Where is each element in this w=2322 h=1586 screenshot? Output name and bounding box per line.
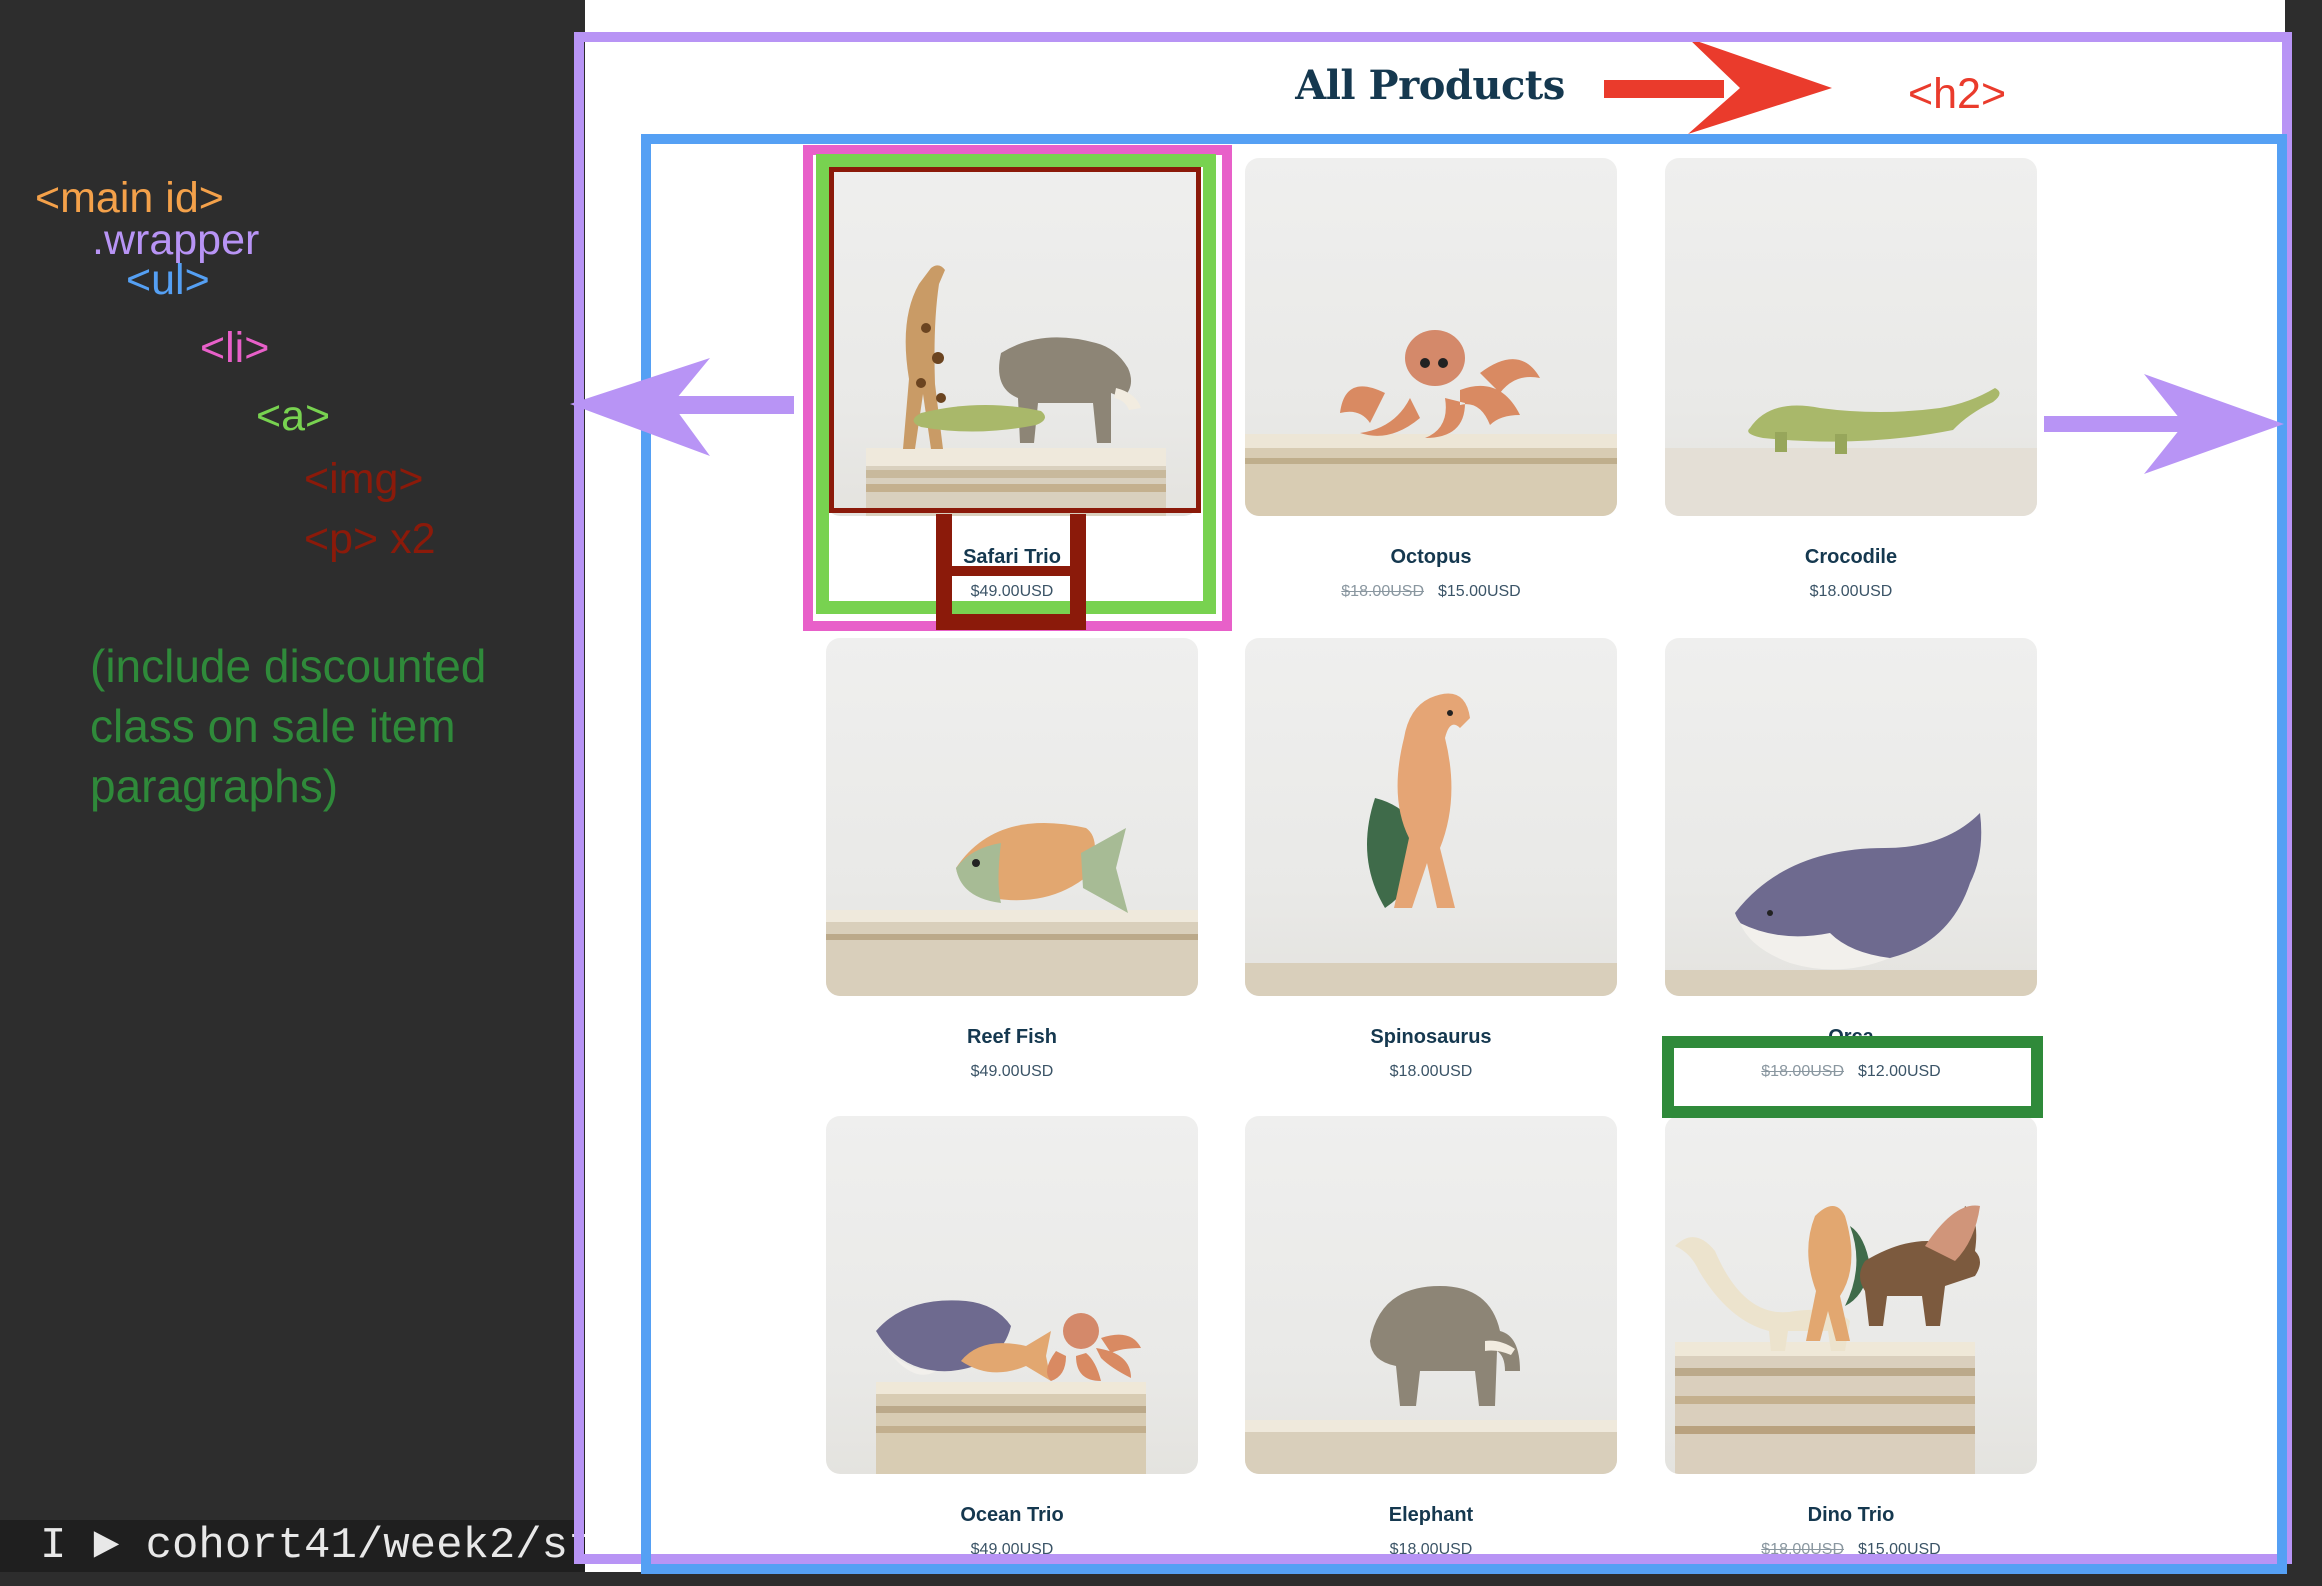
product-name: Safari Trio	[963, 546, 1061, 568]
product-price: $49.00USD	[826, 1063, 1198, 1081]
orca-image	[1665, 813, 2037, 996]
product-item: Ocean Trio $49.00USD	[826, 1116, 1198, 1586]
product-link[interactable]: Elephant $18.00USD	[1245, 1116, 1617, 1586]
product-name: Octopus	[1390, 546, 1472, 568]
product-price: $18.00USD $15.00USD	[1665, 1541, 2037, 1559]
current-price: $18.00USD	[1389, 1541, 1473, 1558]
current-price: $18.00USD	[1389, 1063, 1473, 1080]
product-price: $49.00USD	[826, 583, 1198, 601]
product-link[interactable]: Octopus $18.00USD $15.00USD	[1245, 158, 1617, 628]
product-price: $18.00USD	[1665, 583, 2037, 601]
product-name: Dino Trio	[1807, 1504, 1895, 1526]
window-edge	[2285, 0, 2322, 1572]
safari-trio-image	[866, 265, 1166, 516]
product-image	[826, 1116, 1198, 1474]
current-price: $15.00USD	[1858, 1541, 1941, 1558]
product-name: Spinosaurus	[1370, 1026, 1492, 1048]
product-link[interactable]: Spinosaurus $18.00USD	[1245, 638, 1617, 1108]
product-price: $49.00USD	[826, 1541, 1198, 1559]
reef-fish-image	[826, 823, 1198, 996]
product-item: Octopus $18.00USD $15.00USD	[1245, 158, 1617, 628]
original-price: $18.00USD	[1761, 1063, 1844, 1080]
product-item: Dino Trio $18.00USD $15.00USD	[1665, 1116, 2037, 1586]
ocean-trio-image	[876, 1300, 1146, 1474]
octopus-image	[1245, 330, 1617, 516]
current-price: $49.00USD	[970, 583, 1054, 600]
current-price: $12.00USD	[1858, 1063, 1941, 1080]
current-price: $49.00USD	[970, 1063, 1054, 1080]
product-name: Orca	[1828, 1026, 1874, 1048]
product-image	[1245, 638, 1617, 996]
product-price: $18.00USD	[1245, 1541, 1617, 1559]
spinosaurus-image	[1245, 693, 1617, 996]
product-item: Elephant $18.00USD	[1245, 1116, 1617, 1586]
annotation-h2: <h2>	[1908, 70, 2007, 118]
product-item: Spinosaurus $18.00USD	[1245, 638, 1617, 1108]
current-price: $49.00USD	[970, 1541, 1054, 1558]
annotation-discount-note: (include discounted class on sale item p…	[90, 640, 487, 812]
product-name: Reef Fish	[966, 1026, 1058, 1048]
product-link[interactable]: Crocodile $18.00USD	[1665, 158, 2037, 628]
product-link[interactable]: Safari Trio $49.00USD	[826, 158, 1198, 628]
product-image	[1665, 1116, 2037, 1474]
product-image	[1245, 1116, 1617, 1474]
current-price: $18.00USD	[1809, 583, 1893, 600]
original-price: $18.00USD	[1341, 583, 1424, 600]
product-item: Safari Trio $49.00USD	[826, 158, 1198, 628]
page-title: All Products	[1295, 62, 1565, 109]
product-item: Crocodile $18.00USD	[1665, 158, 2037, 628]
product-price: $18.00USD	[1245, 1063, 1617, 1081]
product-image	[1665, 158, 2037, 516]
product-link[interactable]: Orca $18.00USD $12.00USD	[1665, 638, 2037, 1108]
product-item: Orca $18.00USD $12.00USD	[1665, 638, 2037, 1108]
product-link[interactable]: Dino Trio $18.00USD $15.00USD	[1665, 1116, 2037, 1586]
product-image	[1665, 638, 2037, 996]
annotation-p: <p> x2	[304, 515, 436, 563]
product-link[interactable]: Reef Fish $49.00USD	[826, 638, 1198, 1108]
annotation-img: <img>	[304, 455, 424, 503]
product-price: $18.00USD $12.00USD	[1665, 1063, 2037, 1081]
product-name: Ocean Trio	[960, 1504, 1064, 1526]
elephant-image	[1245, 1286, 1617, 1474]
product-name: Elephant	[1388, 1504, 1474, 1526]
original-price: $18.00USD	[1761, 1541, 1844, 1558]
product-image	[1245, 158, 1617, 516]
product-image	[826, 638, 1198, 996]
product-item: Reef Fish $49.00USD	[826, 638, 1198, 1108]
dino-trio-image	[1675, 1205, 1980, 1474]
annotation-ul: <ul>	[126, 256, 210, 304]
crocodile-image	[1665, 388, 2037, 516]
annotation-a: <a>	[256, 392, 331, 440]
product-link[interactable]: Ocean Trio $49.00USD	[826, 1116, 1198, 1586]
product-image	[826, 158, 1198, 516]
annotation-li: <li>	[200, 324, 270, 372]
product-price: $18.00USD $15.00USD	[1245, 583, 1617, 601]
current-price: $15.00USD	[1438, 583, 1521, 600]
product-name: Crocodile	[1804, 546, 1898, 568]
